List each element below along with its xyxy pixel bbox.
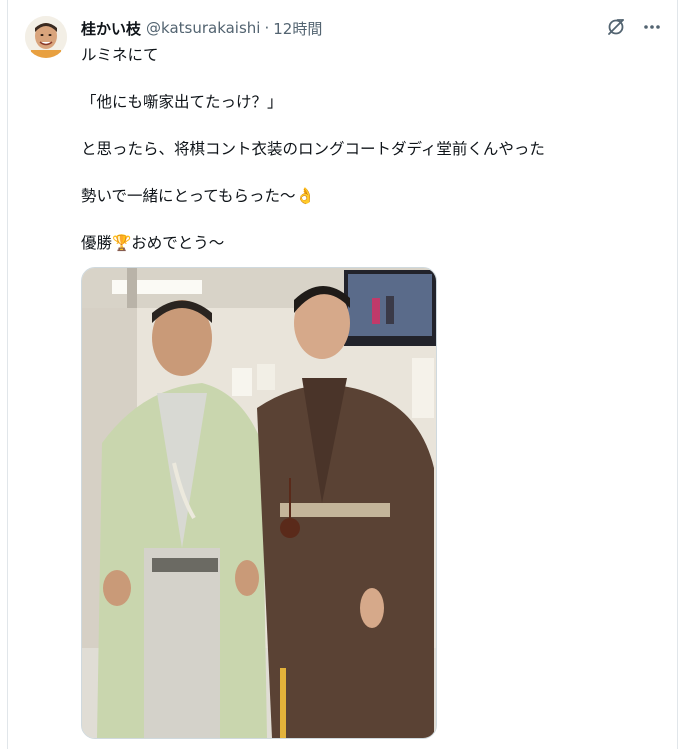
avatar[interactable]	[25, 16, 67, 58]
tweet-header: 桂かい枝 @katsurakaishi · 12時間	[81, 16, 322, 40]
separator-dot: ·	[264, 19, 270, 37]
tweet-card[interactable]: 桂かい枝 @katsurakaishi · 12時間 ルミネにて 「他にも噺家出…	[7, 0, 678, 749]
tweet-line: ルミネにて	[81, 46, 159, 64]
timestamp[interactable]: 12時間	[273, 18, 322, 39]
tweet-line: と思ったら、将棋コント衣装のロングコートダディ堂前くんやった	[81, 140, 545, 158]
tweet-photo[interactable]	[81, 267, 437, 739]
tweet-line: 優勝🏆おめでとう〜	[81, 234, 225, 252]
grok-icon[interactable]	[605, 16, 627, 38]
tweet-text: ルミネにて 「他にも噺家出てたっけ？」 と思ったら、将棋コント衣装のロングコート…	[81, 43, 661, 255]
tweet-line: 「他にも噺家出てたっけ？」	[81, 93, 283, 111]
display-name[interactable]: 桂かい枝	[81, 18, 141, 39]
user-handle[interactable]: @katsurakaishi	[146, 19, 260, 37]
header-actions	[605, 16, 663, 38]
tweet-line: 勢いで一緒にとってもらった〜👌	[81, 187, 315, 205]
more-icon[interactable]	[641, 16, 663, 38]
